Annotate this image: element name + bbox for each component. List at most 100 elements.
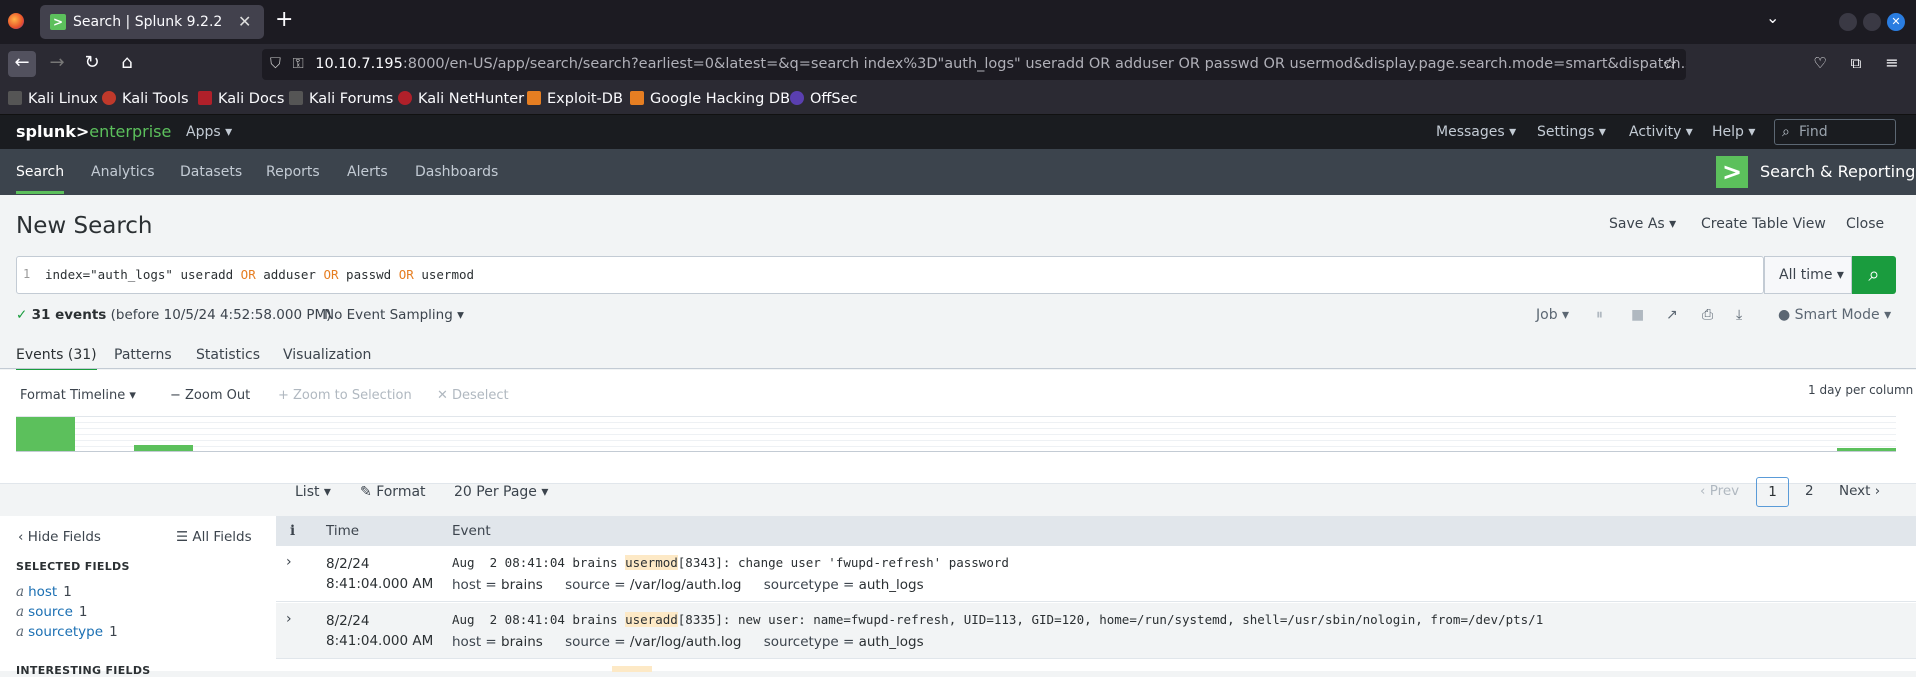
tab-list-chevron-icon[interactable]: ⌄ [1766,8,1779,27]
timeline-bar[interactable] [1837,448,1896,451]
event-sampling-menu[interactable]: No Event Sampling ▾ [324,307,464,323]
extensions-icon[interactable]: ⧉ [1844,54,1868,72]
event-text: Aug 2 08:41:04 brains useradd[8335]: new… [452,612,1544,627]
tab-patterns[interactable]: Patterns [114,347,172,363]
smart-mode-menu[interactable]: ● Smart Mode ▾ [1778,307,1891,323]
page-1-button[interactable]: 1 [1756,477,1789,507]
results-tabs: Events (31) Patterns Statistics Visualiz… [0,340,1916,372]
tab-statistics[interactable]: Statistics [196,347,260,363]
bookmark-google-hacking-db[interactable]: Google Hacking DB [630,91,790,107]
per-page-menu[interactable]: 20 Per Page ▾ [454,484,548,500]
tab-visualization[interactable]: Visualization [283,347,371,363]
deselect-button[interactable]: ✕ Deselect [437,388,509,403]
meta-source-value[interactable]: /var/log/auth.log [630,634,742,650]
shield-icon[interactable]: ⛉ [270,49,284,80]
zoom-to-selection-button[interactable]: + Zoom to Selection [278,388,412,403]
kali-docs-icon [198,91,212,105]
nav-analytics[interactable]: Analytics [91,164,155,180]
list-view-menu[interactable]: List ▾ [295,484,331,500]
new-tab-button[interactable]: + [275,7,293,32]
format-timeline-menu[interactable]: Format Timeline ▾ [20,388,136,403]
table-header: i Time Event [276,516,1916,546]
forward-arrow-icon[interactable]: → [45,52,69,73]
search-submit-button[interactable]: ⌕ [1852,256,1896,294]
help-menu[interactable]: Help ▾ [1712,124,1755,140]
meta-sourcetype-value[interactable]: auth_logs [859,634,924,650]
field-source[interactable]: a source 1 [16,604,88,620]
lightbulb-icon: ● [1778,307,1791,323]
apps-menu[interactable]: Apps ▾ [186,124,232,140]
prev-page-button[interactable]: ‹ Prev [1694,477,1745,507]
time-range-picker[interactable]: All time ▾ [1764,256,1852,294]
event-text: Aug 2 08:41:04 brains usermod[8343]: cha… [452,555,1009,570]
print-icon[interactable]: ⎙ [1702,307,1713,323]
pause-icon[interactable]: ⏸ [1596,307,1603,323]
meta-host-value[interactable]: brains [501,577,543,593]
minimize-button[interactable] [1839,13,1857,31]
field-sourcetype[interactable]: a sourcetype 1 [16,624,118,640]
nav-dashboards[interactable]: Dashboards [415,164,498,180]
bookmark-kali-tools[interactable]: Kali Tools [102,91,189,107]
expand-chevron-icon[interactable]: › [286,554,292,570]
browser-tab[interactable]: > Search | Splunk 9.2.2 ✕ [40,5,264,39]
timeline-bar[interactable] [134,445,193,451]
highlight-term[interactable]: usermod [625,555,678,570]
save-as-menu[interactable]: Save As ▾ [1609,216,1676,232]
bookmark-kali-nethunter[interactable]: Kali NetHunter [398,91,524,107]
tab-events[interactable]: Events (31) [16,347,97,372]
bookmark-kali-linux[interactable]: Kali Linux [8,91,98,107]
hide-fields-link[interactable]: ‹ Hide Fields [18,529,101,545]
settings-menu[interactable]: Settings ▾ [1537,124,1606,140]
splunk-logo[interactable]: splunk>enterprise [16,122,171,141]
event-meta: host = brains source = /var/log/auth.log… [452,634,924,650]
home-icon[interactable]: ⌂ [115,52,139,73]
reload-icon[interactable]: ↻ [80,52,104,73]
create-table-view-link[interactable]: Create Table View [1701,216,1826,232]
close-link[interactable]: Close [1846,216,1884,232]
search-icon: ⌕ [1782,124,1790,140]
meta-source-value[interactable]: /var/log/auth.log [630,577,742,593]
next-page-button[interactable]: Next › [1833,477,1886,507]
search-query-input[interactable]: 1 index="auth_logs" useradd OR adduser O… [16,256,1764,294]
format-button[interactable]: ✎ Format [360,484,426,500]
nav-datasets[interactable]: Datasets [180,164,242,180]
bookmark-exploit-db[interactable]: Exploit-DB [527,91,623,107]
expand-chevron-icon[interactable]: › [286,611,292,627]
nav-alerts[interactable]: Alerts [347,164,388,180]
find-input[interactable]: ⌕ Find [1774,119,1896,145]
firefox-icon[interactable] [8,13,24,29]
field-host[interactable]: a host 1 [16,584,72,600]
meta-sourcetype-value[interactable]: auth_logs [859,577,924,593]
bookmark-offsec[interactable]: OffSec [790,91,858,107]
bookmark-kali-docs[interactable]: Kali Docs [198,91,284,107]
kali-forums-icon [289,91,303,105]
col-time[interactable]: Time [326,523,359,539]
url-host: 10.10.7.195 [315,56,403,72]
bookmark-kali-forums[interactable]: Kali Forums [289,91,393,107]
menu-icon[interactable]: ≡ [1880,53,1904,72]
meta-host-value[interactable]: brains [501,634,543,650]
nav-reports[interactable]: Reports [266,164,320,180]
highlight-term[interactable]: useradd [625,612,678,627]
activity-menu[interactable]: Activity ▾ [1629,124,1693,140]
pocket-icon[interactable]: ♡ [1808,54,1832,72]
timeline-bar[interactable] [16,417,75,451]
maximize-button[interactable] [1863,13,1881,31]
back-arrow-icon[interactable]: ← [8,51,36,77]
timeline-chart[interactable] [16,416,1896,452]
zoom-out-button[interactable]: − Zoom Out [170,388,250,403]
messages-menu[interactable]: Messages ▾ [1436,124,1516,140]
lock-icon[interactable]: ⚿ [293,49,311,80]
all-fields-link[interactable]: ☰ All Fields [176,529,252,545]
nav-search[interactable]: Search [16,164,65,194]
query-text[interactable]: index="auth_logs" useradd OR adduser OR … [45,267,474,282]
bookmark-star-icon[interactable]: ☆ [1658,54,1682,73]
share-icon[interactable]: ↗ [1666,307,1678,323]
job-menu[interactable]: Job ▾ [1536,307,1569,323]
close-window-button[interactable]: ✕ [1887,13,1905,31]
page-2-button[interactable]: 2 [1799,477,1820,507]
stop-icon[interactable]: ■ [1631,307,1644,323]
url-bar[interactable]: ⛉ ⚿ 10.10.7.195:8000/en-US/app/search/se… [262,49,1686,80]
export-icon[interactable]: ⤓ [1736,307,1742,323]
tab-close-icon[interactable]: ✕ [238,12,251,31]
